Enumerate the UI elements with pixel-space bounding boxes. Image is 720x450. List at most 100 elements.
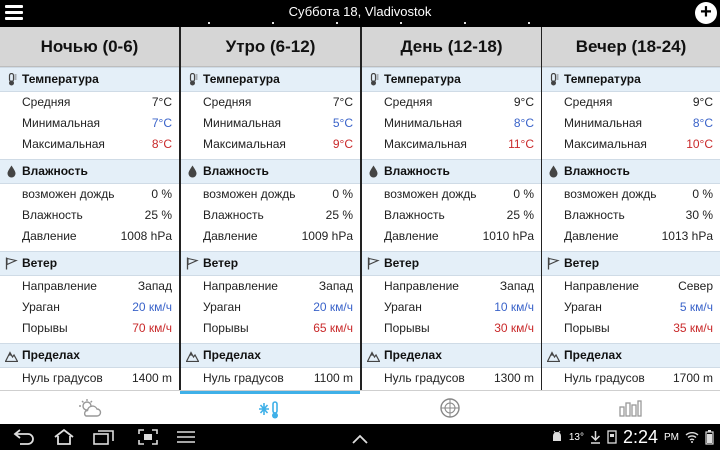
wind-direction-value: Запад <box>318 279 353 293</box>
thermometer-icon <box>370 73 379 86</box>
mountain-icon <box>5 351 18 362</box>
section-limits-title: Пределах <box>203 348 261 362</box>
zero-degree-value: 1100 m <box>313 371 353 385</box>
rain-chance-label: возможен дождь <box>22 187 115 201</box>
average-temp-value: 7°C <box>151 95 172 109</box>
wind-direction-row: Направление Запад <box>0 276 179 297</box>
menu-lines-icon[interactable] <box>175 428 197 446</box>
pressure-value: 1008 hPa <box>120 229 172 243</box>
min-temp-label: Минимальная <box>22 116 101 130</box>
max-temp-label: Максимальная <box>564 137 647 151</box>
humidity-value: 30 % <box>685 208 713 222</box>
wind-direction-row: Направление Запад <box>362 276 541 297</box>
humidity-label: Влажность <box>564 208 625 222</box>
back-icon[interactable] <box>12 428 36 446</box>
zero-degree-label: Нуль градусов <box>564 371 645 385</box>
pressure-row: Давление 1013 hPa <box>542 226 720 247</box>
zero-degree-value: 1300 m <box>493 371 534 385</box>
humidity-label: Влажность <box>203 208 264 222</box>
wind-hurricane-row: Ураган 20 км/ч <box>0 297 179 318</box>
max-temp-value: 10°C <box>686 137 713 151</box>
wind-hurricane-label: Ураган <box>384 300 422 314</box>
section-wind: Ветер <box>0 251 179 276</box>
average-temp-row: Средняя 9°C <box>542 92 720 113</box>
section-humidity: Влажность <box>181 159 360 184</box>
average-temp-label: Средняя <box>564 95 613 109</box>
pressure-row: Давление 1008 hPa <box>0 226 179 247</box>
zero-degree-row: Нуль градусов 1100 m <box>181 368 360 389</box>
recent-apps-icon[interactable] <box>92 428 116 446</box>
wind-flag-icon <box>5 257 18 270</box>
section-humidity-title: Влажность <box>22 164 88 178</box>
rain-chance-value: 0 % <box>513 187 534 201</box>
section-limits: Пределах <box>0 343 179 368</box>
zero-degree-label: Нуль градусов <box>384 371 465 385</box>
add-location-button[interactable]: + <box>695 2 717 24</box>
column-title: Утро (6-12) <box>181 27 360 67</box>
section-temperature-title: Температура <box>22 72 99 86</box>
pressure-value: 1010 hPa <box>482 229 534 243</box>
rain-chance-label: возможен дождь <box>203 187 296 201</box>
max-temp-row: Максимальная 10°C <box>542 134 720 155</box>
wind-gusts-label: Порывы <box>22 321 68 335</box>
pressure-label: Давление <box>564 229 619 243</box>
water-drop-icon <box>188 165 197 178</box>
wind-hurricane-value: 5 км/ч <box>679 300 713 314</box>
status-area: 13° 2:24 PM <box>551 426 714 448</box>
section-temperature-title: Температура <box>203 72 280 86</box>
clock-time: 2:24 <box>622 426 658 447</box>
water-drop-icon <box>7 165 16 178</box>
section-humidity: Влажность <box>362 159 541 184</box>
wind-hurricane-row: Ураган 20 км/ч <box>181 297 360 318</box>
screenshot-icon[interactable] <box>137 428 159 446</box>
wind-hurricane-row: Ураган 10 км/ч <box>362 297 541 318</box>
section-temperature: Температура <box>0 67 179 92</box>
wind-direction-row: Направление Запад <box>181 276 360 297</box>
wind-direction-value: Запад <box>499 279 534 293</box>
min-temp-row: Минимальная 7°C <box>0 113 179 134</box>
tab-details[interactable] <box>180 391 360 425</box>
wind-gusts-value: 65 км/ч <box>313 321 353 335</box>
min-temp-value: 5°C <box>332 116 353 130</box>
action-bar: Суббота 18, Vladivostok + <box>0 0 720 26</box>
snow-thermometer-icon <box>259 400 278 418</box>
wind-gusts-row: Порывы 35 км/ч <box>542 318 720 339</box>
wind-hurricane-value: 20 км/ч <box>132 300 172 314</box>
mountain-icon <box>367 351 380 362</box>
min-temp-row: Минимальная 5°C <box>181 113 360 134</box>
tab-weather[interactable] <box>0 391 180 425</box>
pressure-label: Давление <box>384 229 439 243</box>
wind-direction-label: Направление <box>22 279 97 293</box>
wind-gusts-label: Порывы <box>203 321 249 335</box>
rain-chance-row: возможен дождь 0 % <box>362 184 541 205</box>
system-nav-bar: 13° 2:24 PM <box>0 424 720 450</box>
humidity-value: 25 % <box>506 208 534 222</box>
wind-direction-label: Направление <box>203 279 278 293</box>
average-temp-row: Средняя 7°C <box>181 92 360 113</box>
tab-charts[interactable] <box>540 391 720 425</box>
section-temperature: Температура <box>542 67 720 92</box>
max-temp-row: Максимальная 8°C <box>0 134 179 155</box>
min-temp-row: Минимальная 8°C <box>362 113 541 134</box>
tab-radar[interactable] <box>360 391 540 425</box>
wind-direction-label: Направление <box>564 279 639 293</box>
chevron-up-icon[interactable] <box>350 430 370 448</box>
water-drop-icon <box>549 165 558 178</box>
zero-degree-row: Нуль градусов 1300 m <box>362 368 541 389</box>
average-temp-value: 9°C <box>692 95 713 109</box>
wind-direction-value: Запад <box>137 279 172 293</box>
rain-chance-value: 0 % <box>692 187 713 201</box>
rain-chance-label: возможен дождь <box>564 187 657 201</box>
status-temperature: 13° <box>568 431 584 443</box>
wind-hurricane-label: Ураган <box>564 300 602 314</box>
section-wind: Ветер <box>362 251 541 276</box>
download-icon <box>590 431 600 444</box>
rain-chance-value: 0 % <box>332 187 353 201</box>
wind-hurricane-value: 20 км/ч <box>313 300 353 314</box>
wind-flag-icon <box>367 257 380 270</box>
pager-indicator <box>0 22 720 26</box>
wind-hurricane-row: Ураган 5 км/ч <box>542 297 720 318</box>
home-icon[interactable] <box>52 428 76 446</box>
bottom-tab-bar <box>0 390 720 424</box>
forecast-column: День (12-18) Температура Средняя 9°C Минимал… <box>362 27 541 390</box>
